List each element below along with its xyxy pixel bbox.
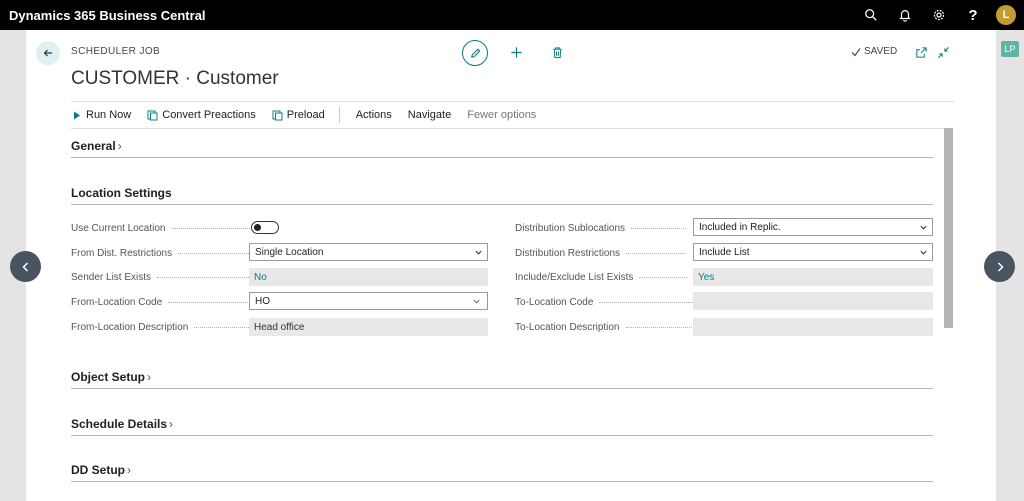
use-current-location-toggle[interactable]: [251, 221, 279, 234]
document-preload-icon: [272, 110, 283, 120]
navigate-menu-label: Navigate: [407, 109, 452, 121]
checkmark-icon: [851, 47, 861, 56]
trash-icon: [552, 46, 562, 58]
distribution-restrictions-label: Distribution Restrictions: [515, 244, 686, 262]
use-current-location-label: Use Current Location: [71, 219, 258, 237]
section-object-setup-title: Object Setup: [71, 370, 146, 384]
from-location-code-input[interactable]: HO: [249, 292, 488, 310]
previous-record-button[interactable]: [10, 251, 41, 282]
run-now-button[interactable]: Run Now: [71, 109, 131, 121]
section-location-settings-title: Location Settings: [71, 186, 172, 200]
section-location-settings[interactable]: Location Settings: [71, 185, 933, 205]
plus-icon: [510, 46, 522, 58]
from-location-code-label: From-Location Code: [71, 293, 257, 311]
right-panel-badge[interactable]: LP: [1001, 41, 1019, 57]
include-exclude-list-exists-value[interactable]: Yes: [693, 268, 933, 286]
app-title[interactable]: Dynamics 365 Business Central: [0, 8, 206, 23]
to-location-code-value[interactable]: [693, 292, 933, 310]
from-location-description-label: From-Location Description: [71, 318, 250, 336]
distribution-restrictions-select[interactable]: Include List: [693, 243, 933, 261]
include-exclude-list-exists-label: Include/Exclude List Exists: [515, 268, 688, 286]
chevron-right-icon: ›: [117, 139, 122, 153]
help-icon[interactable]: ?: [956, 0, 990, 30]
collapse-button[interactable]: [935, 44, 951, 60]
arrow-left-icon: [43, 49, 52, 57]
chevron-right-icon: ›: [127, 463, 131, 477]
chevron-down-icon: [920, 225, 927, 230]
avatar[interactable]: L: [996, 5, 1016, 25]
section-schedule-details[interactable]: Schedule Details ›: [71, 416, 933, 436]
scrollbar[interactable]: [944, 128, 953, 328]
action-bar: Run Now Convert Preactions Preload Actio…: [71, 101, 954, 129]
delete-button[interactable]: [549, 44, 565, 60]
chevron-right-icon: ›: [147, 370, 152, 384]
action-separator: [338, 107, 340, 123]
section-schedule-details-title: Schedule Details: [71, 417, 168, 431]
chevron-right-icon: ›: [169, 417, 174, 431]
section-general-title: General: [71, 139, 116, 153]
next-record-button[interactable]: [984, 251, 1015, 282]
from-dist-restrictions-select[interactable]: Single Location: [249, 243, 488, 261]
edit-button[interactable]: [462, 40, 488, 66]
sender-list-exists-label: Sender List Exists: [71, 268, 252, 286]
saved-status: SAVED: [851, 46, 897, 57]
preload-button[interactable]: Preload: [272, 109, 325, 121]
to-location-description-value[interactable]: [693, 318, 933, 336]
actions-menu[interactable]: Actions: [356, 109, 392, 121]
to-location-description-label: To-Location Description: [515, 318, 698, 336]
distribution-sublocations-select[interactable]: Included in Replic.: [693, 218, 933, 236]
new-button[interactable]: [508, 44, 524, 60]
to-location-code-label: To-Location Code: [515, 293, 704, 311]
sender-list-exists-value[interactable]: No: [249, 268, 488, 286]
document-convert-icon: [147, 110, 158, 120]
chevron-left-icon: [21, 261, 28, 272]
run-now-label: Run Now: [86, 109, 132, 121]
page-caption: SCHEDULER JOB: [71, 46, 161, 57]
distribution-sublocations-label: Distribution Sublocations: [515, 219, 687, 237]
fewer-options-button[interactable]: Fewer options: [467, 109, 536, 121]
section-dd-setup-title: DD Setup: [71, 463, 125, 477]
help-label: ?: [968, 6, 978, 24]
bell-icon[interactable]: [888, 0, 922, 30]
open-in-new-window-icon: [915, 46, 927, 58]
convert-preactions-button[interactable]: Convert Preactions: [147, 109, 256, 121]
chevron-down-icon: [473, 299, 480, 304]
pencil-icon: [470, 48, 480, 58]
from-dist-restrictions-label: From Dist. Restrictions: [71, 244, 254, 262]
top-bar: Dynamics 365 Business Central ? L: [0, 0, 1024, 30]
navigate-menu[interactable]: Navigate: [408, 109, 451, 121]
from-location-description-value[interactable]: Head office: [249, 318, 488, 336]
back-button[interactable]: [36, 41, 60, 65]
gear-icon[interactable]: [922, 0, 956, 30]
play-icon: [74, 111, 80, 119]
chevron-down-icon: [920, 250, 927, 255]
toggle-knob: [254, 224, 261, 231]
convert-preactions-label: Convert Preactions: [162, 109, 256, 121]
top-bar-icons: ? L: [854, 0, 1016, 30]
chevron-right-icon: [997, 261, 1004, 272]
section-object-setup[interactable]: Object Setup ›: [71, 369, 933, 389]
section-dd-setup[interactable]: DD Setup ›: [71, 462, 933, 482]
preload-label: Preload: [286, 109, 325, 121]
actions-menu-label: Actions: [355, 109, 392, 121]
page-title: CUSTOMER · Customer: [71, 68, 279, 89]
fewer-options-label: Fewer options: [467, 109, 537, 121]
search-icon[interactable]: [854, 0, 888, 30]
saved-status-label: SAVED: [864, 46, 898, 57]
chevron-down-icon: [475, 250, 482, 255]
open-in-new-window-button[interactable]: [913, 44, 929, 60]
collapse-icon: [937, 46, 949, 58]
section-general[interactable]: General ›: [71, 138, 933, 158]
